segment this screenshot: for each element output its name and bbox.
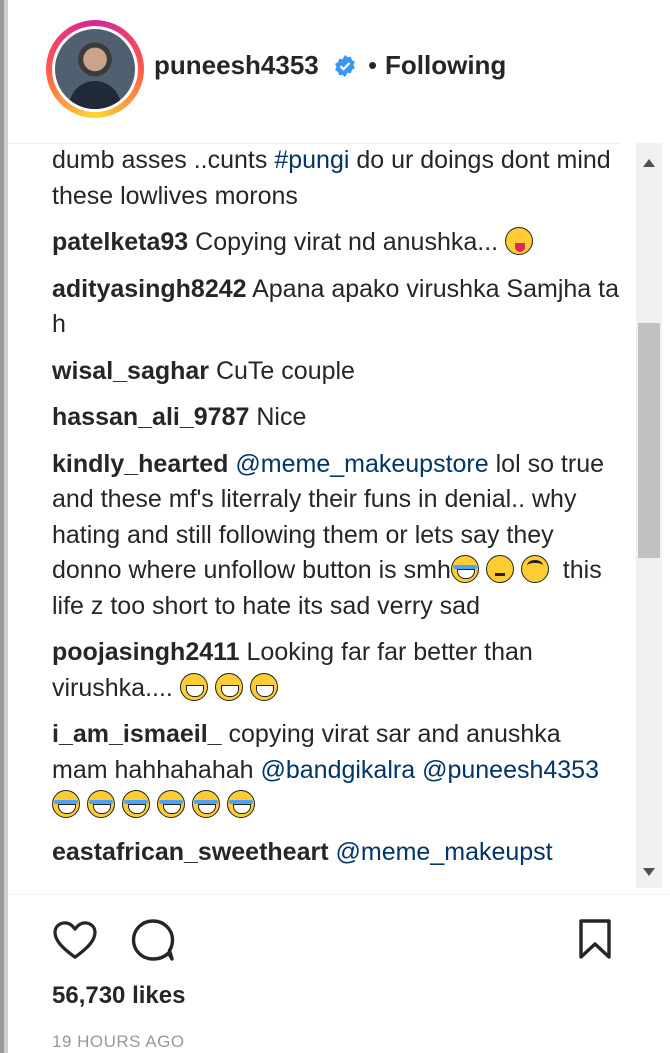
post-header: puneesh4353 • Following — [8, 0, 670, 130]
comment-item: adityasingh8242 Apana apako virushka Sam… — [52, 272, 622, 343]
username-link[interactable]: puneesh4353 — [154, 50, 319, 81]
scroll-up-arrow-icon[interactable] — [636, 151, 662, 177]
comment-username[interactable]: poojasingh2411 — [52, 638, 240, 666]
comment-item: poojasingh2411 Looking far far better th… — [52, 635, 622, 706]
roll-emoji-icon — [520, 555, 549, 583]
header-separator: • — [368, 50, 378, 80]
grin-emoji-icon — [214, 672, 243, 701]
comments-list[interactable]: dumb asses ..cunts #pungi do ur doings d… — [52, 143, 622, 888]
think-emoji-icon — [485, 555, 514, 583]
comment-text: dumb asses ..cunts — [52, 146, 275, 174]
laugh-emoji-icon — [227, 790, 255, 818]
comment-item: dumb asses ..cunts #pungi do ur doings d… — [52, 143, 622, 214]
comments-scrollbar[interactable] — [636, 143, 662, 888]
comment-text: Nice — [249, 403, 307, 431]
laugh-emoji-icon — [192, 790, 220, 818]
comment-username[interactable]: kindly_hearted — [52, 450, 228, 478]
comment-item: patelketa93 Copying virat nd anushka... — [52, 225, 622, 261]
comment-item: hassan_ali_9787 Nice — [52, 400, 622, 436]
avatar[interactable] — [52, 26, 138, 112]
tongue-emoji-icon — [505, 227, 534, 255]
comment-username[interactable]: i_am_ismaeil_ — [52, 720, 222, 748]
comment-item: wisal_saghar CuTe couple — [52, 354, 622, 390]
story-ring[interactable] — [46, 20, 144, 118]
grin-emoji-icon — [249, 672, 278, 701]
mention-link[interactable]: @meme_makeupst — [336, 838, 553, 866]
comment-username[interactable]: eastafrican_sweetheart — [52, 838, 329, 866]
comment-username[interactable]: hassan_ali_9787 — [52, 403, 249, 431]
heart-icon[interactable] — [52, 920, 98, 960]
grin-emoji-icon — [179, 672, 208, 701]
bookmark-icon[interactable] — [578, 918, 612, 960]
comment-username[interactable]: adityasingh8242 — [52, 275, 247, 303]
comment-icon[interactable] — [130, 918, 176, 962]
comment-text — [329, 838, 336, 866]
mention-link[interactable]: @puneesh4353 — [422, 756, 599, 784]
comment-item: i_am_ismaeil_ copying virat sar and anus… — [52, 717, 622, 824]
mention-link[interactable]: @bandgikalra — [260, 756, 415, 784]
comment-item: eastafrican_sweetheart @meme_makeupst — [52, 835, 622, 871]
comment-username[interactable]: patelketa93 — [52, 228, 188, 256]
laugh-emoji-icon — [450, 555, 479, 583]
laugh-emoji-icon — [87, 790, 115, 818]
comment-username[interactable]: wisal_saghar — [52, 357, 209, 385]
comment-item: kindly_hearted @meme_makeupstore lol so … — [52, 447, 622, 625]
mention-link[interactable]: @meme_makeupstore — [235, 450, 488, 478]
following-button[interactable]: Following — [385, 50, 506, 81]
likes-count[interactable]: 56,730 likes — [52, 982, 185, 1010]
laugh-emoji-icon — [122, 790, 150, 818]
comment-text: CuTe couple — [209, 356, 355, 385]
laugh-emoji-icon — [157, 790, 185, 818]
post-timestamp: 19 HOURS AGO — [52, 1032, 185, 1051]
verified-badge-icon — [335, 55, 355, 77]
scroll-thumb[interactable] — [638, 323, 660, 558]
comment-text: Copying virat nd anushka... — [188, 228, 506, 256]
mention-link[interactable]: #pungi — [274, 146, 349, 174]
actions-divider — [8, 894, 670, 895]
scroll-down-arrow-icon[interactable] — [636, 858, 662, 884]
laugh-emoji-icon — [52, 790, 80, 818]
left-window-edge — [0, 0, 8, 1053]
